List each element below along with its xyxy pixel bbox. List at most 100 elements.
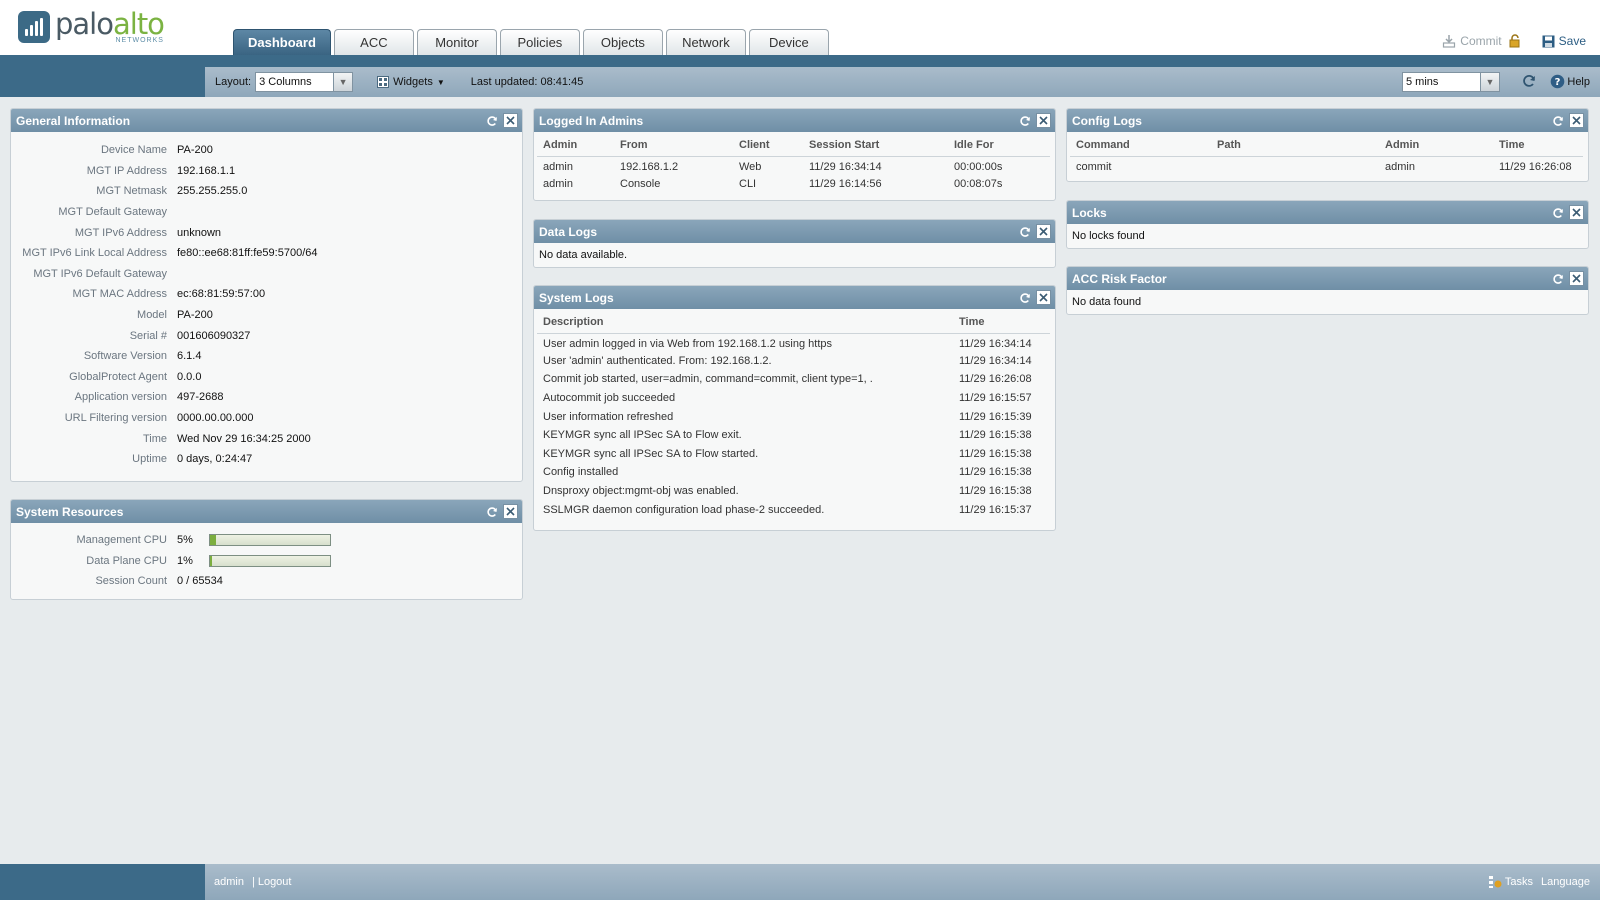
refresh-icon[interactable]: [484, 113, 499, 128]
table-row[interactable]: KEYMGR sync all IPSec SA to Flow started…: [537, 445, 1050, 464]
lock-icon[interactable]: [1508, 34, 1522, 48]
tasks-button[interactable]: Tasks: [1488, 875, 1533, 889]
left-strip: [0, 67, 205, 97]
chevron-down-icon[interactable]: ▼: [333, 73, 353, 91]
refresh-icon[interactable]: [1017, 113, 1032, 128]
layout-label: Layout:: [215, 76, 252, 88]
table-row[interactable]: KEYMGR sync all IPSec SA to Flow exit. 11…: [537, 426, 1050, 445]
table-row[interactable]: Config installed 11/29 16:15:38: [537, 463, 1050, 482]
close-icon[interactable]: [1036, 113, 1051, 128]
widget-header: System Resources: [11, 500, 522, 523]
refresh-icon[interactable]: [1017, 224, 1032, 239]
tab-policies[interactable]: Policies: [499, 29, 580, 55]
table-cell: 11/29 16:26:08: [1499, 160, 1572, 173]
widget-header: Locks: [1067, 201, 1588, 224]
general-information-widget: General Information Device Name PA-200 MG…: [10, 108, 523, 482]
footer-left-strip: [0, 864, 205, 900]
column-header[interactable]: Client: [733, 135, 803, 157]
data-logs-widget: Data Logs No data available.: [533, 219, 1056, 268]
footer-separator: |: [251, 876, 255, 888]
resource-label: Session Count: [95, 575, 167, 588]
table-cell: 11/29 16:15:37: [959, 503, 1032, 516]
column-header[interactable]: Session Start: [803, 135, 948, 157]
refresh-icon[interactable]: [1550, 113, 1565, 128]
table-row[interactable]: commit admin 11/29 16:26:08: [1070, 156, 1583, 175]
close-icon[interactable]: [1569, 113, 1584, 128]
resource-row: Session Count 0 / 65534: [11, 571, 522, 592]
refresh-icon[interactable]: [484, 504, 499, 519]
last-updated: Last updated: 08:41:45: [470, 76, 584, 88]
brand-logo: paloalto NETWORKS: [18, 10, 165, 44]
table-row[interactable]: Dnsproxy object:mgmt-obj was enabled. 11/…: [537, 482, 1050, 501]
close-icon[interactable]: [1036, 224, 1051, 239]
refresh-icon[interactable]: [1017, 290, 1032, 305]
empty-message: No data available.: [539, 249, 628, 261]
tab-network[interactable]: Network: [665, 29, 746, 55]
column-header[interactable]: Time: [1493, 135, 1583, 157]
table-row[interactable]: admin Console CLI 11/29 16:14:56 00:08:0…: [537, 175, 1050, 194]
tab-acc[interactable]: ACC: [333, 29, 414, 55]
help-label: Help: [1567, 75, 1590, 88]
app-footer: admin | Logout Tasks Language: [205, 864, 1600, 900]
info-label: MGT IPv6 Address: [74, 226, 167, 239]
column-header[interactable]: Idle For: [948, 135, 1050, 157]
close-icon[interactable]: [503, 504, 518, 519]
layout-select-value: 3 Columns: [259, 76, 312, 88]
help-link[interactable]: ? Help: [1550, 74, 1590, 89]
info-row: Time Wed Nov 29 16:34:25 2000: [11, 428, 522, 449]
layout-select[interactable]: 3 Columns ▼: [255, 72, 354, 92]
save-button[interactable]: Save: [1542, 34, 1586, 48]
close-icon[interactable]: [1569, 205, 1584, 220]
tab-device[interactable]: Device: [748, 29, 829, 55]
tasks-icon: [1488, 876, 1502, 888]
info-row: Uptime 0 days, 0:24:47: [11, 449, 522, 470]
commit-button[interactable]: Commit: [1442, 34, 1502, 48]
column-header[interactable]: Admin: [537, 135, 614, 157]
table-row[interactable]: Commit job started, user=admin, command=…: [537, 370, 1050, 389]
table-row[interactable]: SSLMGR daemon configuration load phase-2…: [537, 500, 1050, 519]
refresh-icon[interactable]: [1520, 72, 1538, 90]
info-row: URL Filtering version 0000.00.00.000: [11, 408, 522, 429]
table-row[interactable]: User admin logged in via Web from 192.16…: [537, 333, 1050, 352]
table-row[interactable]: User 'admin' authenticated. From: 192.16…: [537, 352, 1050, 371]
main-tabs: Dashboard ACC Monitor Policies Objects N…: [233, 29, 832, 55]
close-icon[interactable]: [1569, 271, 1584, 286]
refresh-icon[interactable]: [1550, 271, 1565, 286]
column-header[interactable]: From: [614, 135, 733, 157]
info-label: MGT IP Address: [86, 164, 167, 177]
table-row[interactable]: admin 192.168.1.2 Web 11/29 16:34:14 00:…: [537, 156, 1050, 175]
table-cell: 00:00:00s: [954, 160, 1003, 173]
tab-monitor[interactable]: Monitor: [416, 29, 497, 55]
tab-dashboard[interactable]: Dashboard: [233, 29, 331, 55]
info-label: MGT IPv6 Link Local Address: [22, 247, 167, 260]
column-header[interactable]: Command: [1070, 135, 1211, 157]
widget-header: Config Logs: [1067, 109, 1588, 132]
table-row[interactable]: Autocommit job succeeded 11/29 16:15:57: [537, 389, 1050, 408]
info-row: MGT IPv6 Link Local Address fe80::ee68:81…: [11, 243, 522, 264]
refresh-icon[interactable]: [1550, 205, 1565, 220]
column-header[interactable]: Path: [1211, 135, 1379, 157]
table-cell: KEYMGR sync all IPSec SA to Flow exit.: [543, 429, 742, 442]
column-header[interactable]: Time: [953, 312, 1050, 334]
info-label: Model: [137, 309, 167, 322]
language-link[interactable]: Language: [1541, 876, 1590, 888]
dp-cpu-bar: [209, 554, 331, 567]
logout-link[interactable]: Logout: [258, 876, 292, 888]
dp-cpu-value: 1%: [177, 554, 193, 567]
general-info-list: Device Name PA-200 MGT IP Address 192.168.…: [11, 132, 522, 470]
table-cell: 11/29 16:34:14: [809, 160, 882, 173]
close-icon[interactable]: [1036, 290, 1051, 305]
chevron-down-icon[interactable]: ▼: [1480, 73, 1499, 91]
column-header[interactable]: Description: [537, 312, 953, 334]
refresh-interval-select[interactable]: 5 mins ▼: [1402, 72, 1500, 92]
info-value: 255.255.255.0: [177, 185, 248, 198]
widgets-menu[interactable]: Widgets ▼: [377, 76, 445, 88]
resource-label: Data Plane CPU: [86, 554, 167, 567]
tab-objects[interactable]: Objects: [582, 29, 663, 55]
close-icon[interactable]: [503, 113, 518, 128]
table-row[interactable]: User information refreshed 11/29 16:15:39: [537, 407, 1050, 426]
svg-text:?: ?: [1555, 77, 1561, 88]
column-header[interactable]: Admin: [1379, 135, 1493, 157]
info-label: Device Name: [100, 144, 167, 157]
table-cell: Console: [620, 177, 661, 190]
